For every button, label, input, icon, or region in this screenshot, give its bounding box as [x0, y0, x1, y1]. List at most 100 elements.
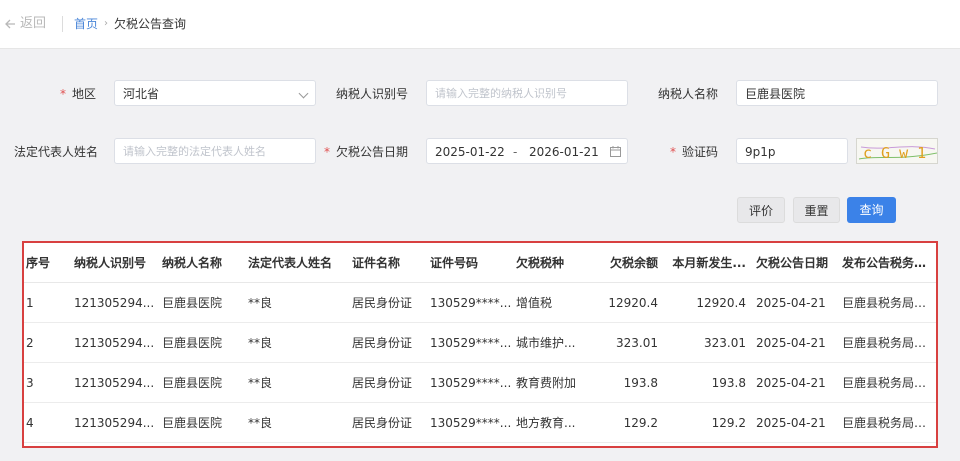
column-header: 欠税公告日期: [754, 243, 840, 283]
captcha-text: c G w 1: [863, 144, 926, 162]
column-header: 纳税人识别号: [72, 243, 160, 283]
region-select[interactable]: 河北省: [114, 80, 316, 106]
results-table: 序号 纳税人识别号 纳税人名称 法定代表人姓名 证件名称 证件号码 欠税税种 欠税余额 本月新发…: [22, 241, 938, 448]
required-mark: *: [323, 145, 330, 159]
column-header: 欠税税种: [514, 243, 596, 283]
table-cell: **良: [246, 362, 350, 403]
table-cell: 121305294...: [72, 362, 160, 403]
date-from-value[interactable]: 2025-01-22: [435, 139, 505, 165]
column-header: 本月新发生...: [666, 243, 754, 283]
date-range-separator: -: [513, 145, 518, 159]
table-cell: 地方教育...: [514, 402, 596, 443]
table-row[interactable]: 2 121305294... 巨鹿县医院 **良 居民身份证 130529****... 城…: [24, 322, 936, 363]
table-cell: 2025-04-21: [754, 362, 840, 403]
column-header: 纳税人名称: [160, 243, 246, 283]
table-cell: 12920.4: [596, 282, 666, 323]
table-cell: 129.2: [666, 402, 754, 443]
region-value: 河北省: [123, 87, 160, 101]
reset-button[interactable]: 重置: [793, 197, 840, 223]
form-row-1: * 地区 河北省 纳税人识别号 请输入完整的纳税人识别号 纳税人名称 巨鹿县医院: [0, 80, 960, 108]
table-cell: 2025-04-21: [754, 282, 840, 323]
form-row-2: 法定代表人姓名 请输入完整的法定代表人姓名 * 欠税公告日期 2025-01-22…: [0, 138, 960, 166]
table-cell: 居民身份证: [350, 282, 428, 323]
breadcrumb-separator-icon: ›: [104, 18, 109, 29]
table-header-row: 序号 纳税人识别号 纳税人名称 法定代表人姓名 证件名称 证件号码 欠税税种 欠税余额 本月新发…: [24, 243, 936, 283]
table-cell: 巨鹿县医院: [160, 362, 246, 403]
column-header: 序号: [24, 243, 72, 283]
required-mark: *: [59, 87, 66, 101]
table-cell: **良: [246, 282, 350, 323]
taxpayer-name-label: 纳税人名称: [657, 87, 718, 101]
captcha-graphic: c G w 1: [858, 144, 937, 162]
table-row[interactable]: 1 121305294... 巨鹿县医院 **良 居民身份证 130529****... 增…: [24, 282, 936, 323]
captcha-input[interactable]: 9p1p: [736, 138, 848, 164]
table-cell: 121305294...: [72, 402, 160, 443]
column-header: 法定代表人姓名: [246, 243, 350, 283]
table-cell: 2025-04-21: [754, 402, 840, 443]
table-cell: 巨鹿县医院: [160, 402, 246, 443]
table-cell: 城市维护...: [514, 322, 596, 363]
table-cell: 巨鹿县税务局第二...: [840, 402, 936, 443]
query-button[interactable]: 查询: [847, 197, 896, 223]
table-cell: 2: [24, 322, 72, 363]
table-cell: 巨鹿县医院: [160, 322, 246, 363]
table-cell: 193.8: [596, 362, 666, 403]
table-cell: 129.2: [596, 402, 666, 443]
calendar-icon: [610, 146, 621, 157]
table-cell: **良: [246, 402, 350, 443]
column-header: 欠税余额: [596, 243, 666, 283]
captcha-image[interactable]: c G w 1: [856, 138, 938, 164]
chevron-down-icon: [298, 88, 309, 99]
rate-button[interactable]: 评价: [737, 197, 785, 223]
table-cell: 1: [24, 282, 72, 323]
table-cell: 巨鹿县税务局第二...: [840, 282, 936, 323]
table-cell: 130529****...: [428, 362, 514, 403]
divider: [62, 16, 63, 32]
table-cell: 121305294...: [72, 282, 160, 323]
breadcrumb-home-link[interactable]: 首页: [74, 15, 98, 32]
captcha-label: * 验证码: [669, 145, 718, 159]
table-cell: 居民身份证: [350, 322, 428, 363]
date-label: * 欠税公告日期: [323, 145, 408, 159]
date-range-picker[interactable]: 2025-01-22 - 2026-01-21: [426, 138, 628, 164]
taxpayer-id-label: 纳税人识别号: [335, 87, 408, 101]
table-cell: 居民身份证: [350, 402, 428, 443]
back-button[interactable]: 返回: [4, 14, 46, 34]
table-cell: 居民身份证: [350, 362, 428, 403]
table-cell: 193.8: [666, 362, 754, 403]
table-cell: 12920.4: [666, 282, 754, 323]
table-cell: 增值税: [514, 282, 596, 323]
legal-rep-input[interactable]: 请输入完整的法定代表人姓名: [114, 138, 316, 164]
table-cell: 130529****...: [428, 322, 514, 363]
table-cell: 巨鹿县税务局第二...: [840, 322, 936, 363]
table-cell: 2025-04-21: [754, 322, 840, 363]
table-cell: 4: [24, 402, 72, 443]
breadcrumb-current: 欠税公告查询: [114, 17, 187, 31]
table-cell: 巨鹿县医院: [160, 282, 246, 323]
required-mark: *: [669, 145, 676, 159]
table-cell: 121305294...: [72, 322, 160, 363]
table-cell: 巨鹿县税务局第二...: [840, 362, 936, 403]
table-row[interactable]: 4 121305294... 巨鹿县医院 **良 居民身份证 130529****... 地…: [24, 402, 936, 443]
table-cell: 130529****...: [428, 402, 514, 443]
arrow-left-icon: [5, 19, 15, 29]
table-cell: 教育费附加: [514, 362, 596, 403]
table-row[interactable]: 3 121305294... 巨鹿县医院 **良 居民身份证 130529****... 教…: [24, 362, 936, 403]
top-bar: 返回 首页 › 欠税公告查询: [0, 0, 960, 49]
back-label: 返回: [20, 16, 47, 31]
table-cell: **良: [246, 322, 350, 363]
breadcrumb: 首页 › 欠税公告查询: [74, 15, 186, 32]
table-cell: 323.01: [666, 322, 754, 363]
column-header: 发布公告税务机关: [840, 243, 936, 283]
table-cell: 323.01: [596, 322, 666, 363]
taxpayer-name-input[interactable]: 巨鹿县医院: [736, 80, 938, 106]
table-cell: 3: [24, 362, 72, 403]
table-cell: 130529****...: [428, 282, 514, 323]
column-header: 证件号码: [428, 243, 514, 283]
results-grid: 序号 纳税人识别号 纳税人名称 法定代表人姓名 证件名称 证件号码 欠税税种 欠税余额 本月新发…: [24, 243, 936, 443]
region-label: * 地区: [59, 87, 96, 101]
legal-rep-label: 法定代表人姓名: [14, 145, 99, 159]
taxpayer-id-input[interactable]: 请输入完整的纳税人识别号: [426, 80, 628, 106]
date-to-value[interactable]: 2026-01-21: [529, 139, 599, 165]
column-header: 证件名称: [350, 243, 428, 283]
